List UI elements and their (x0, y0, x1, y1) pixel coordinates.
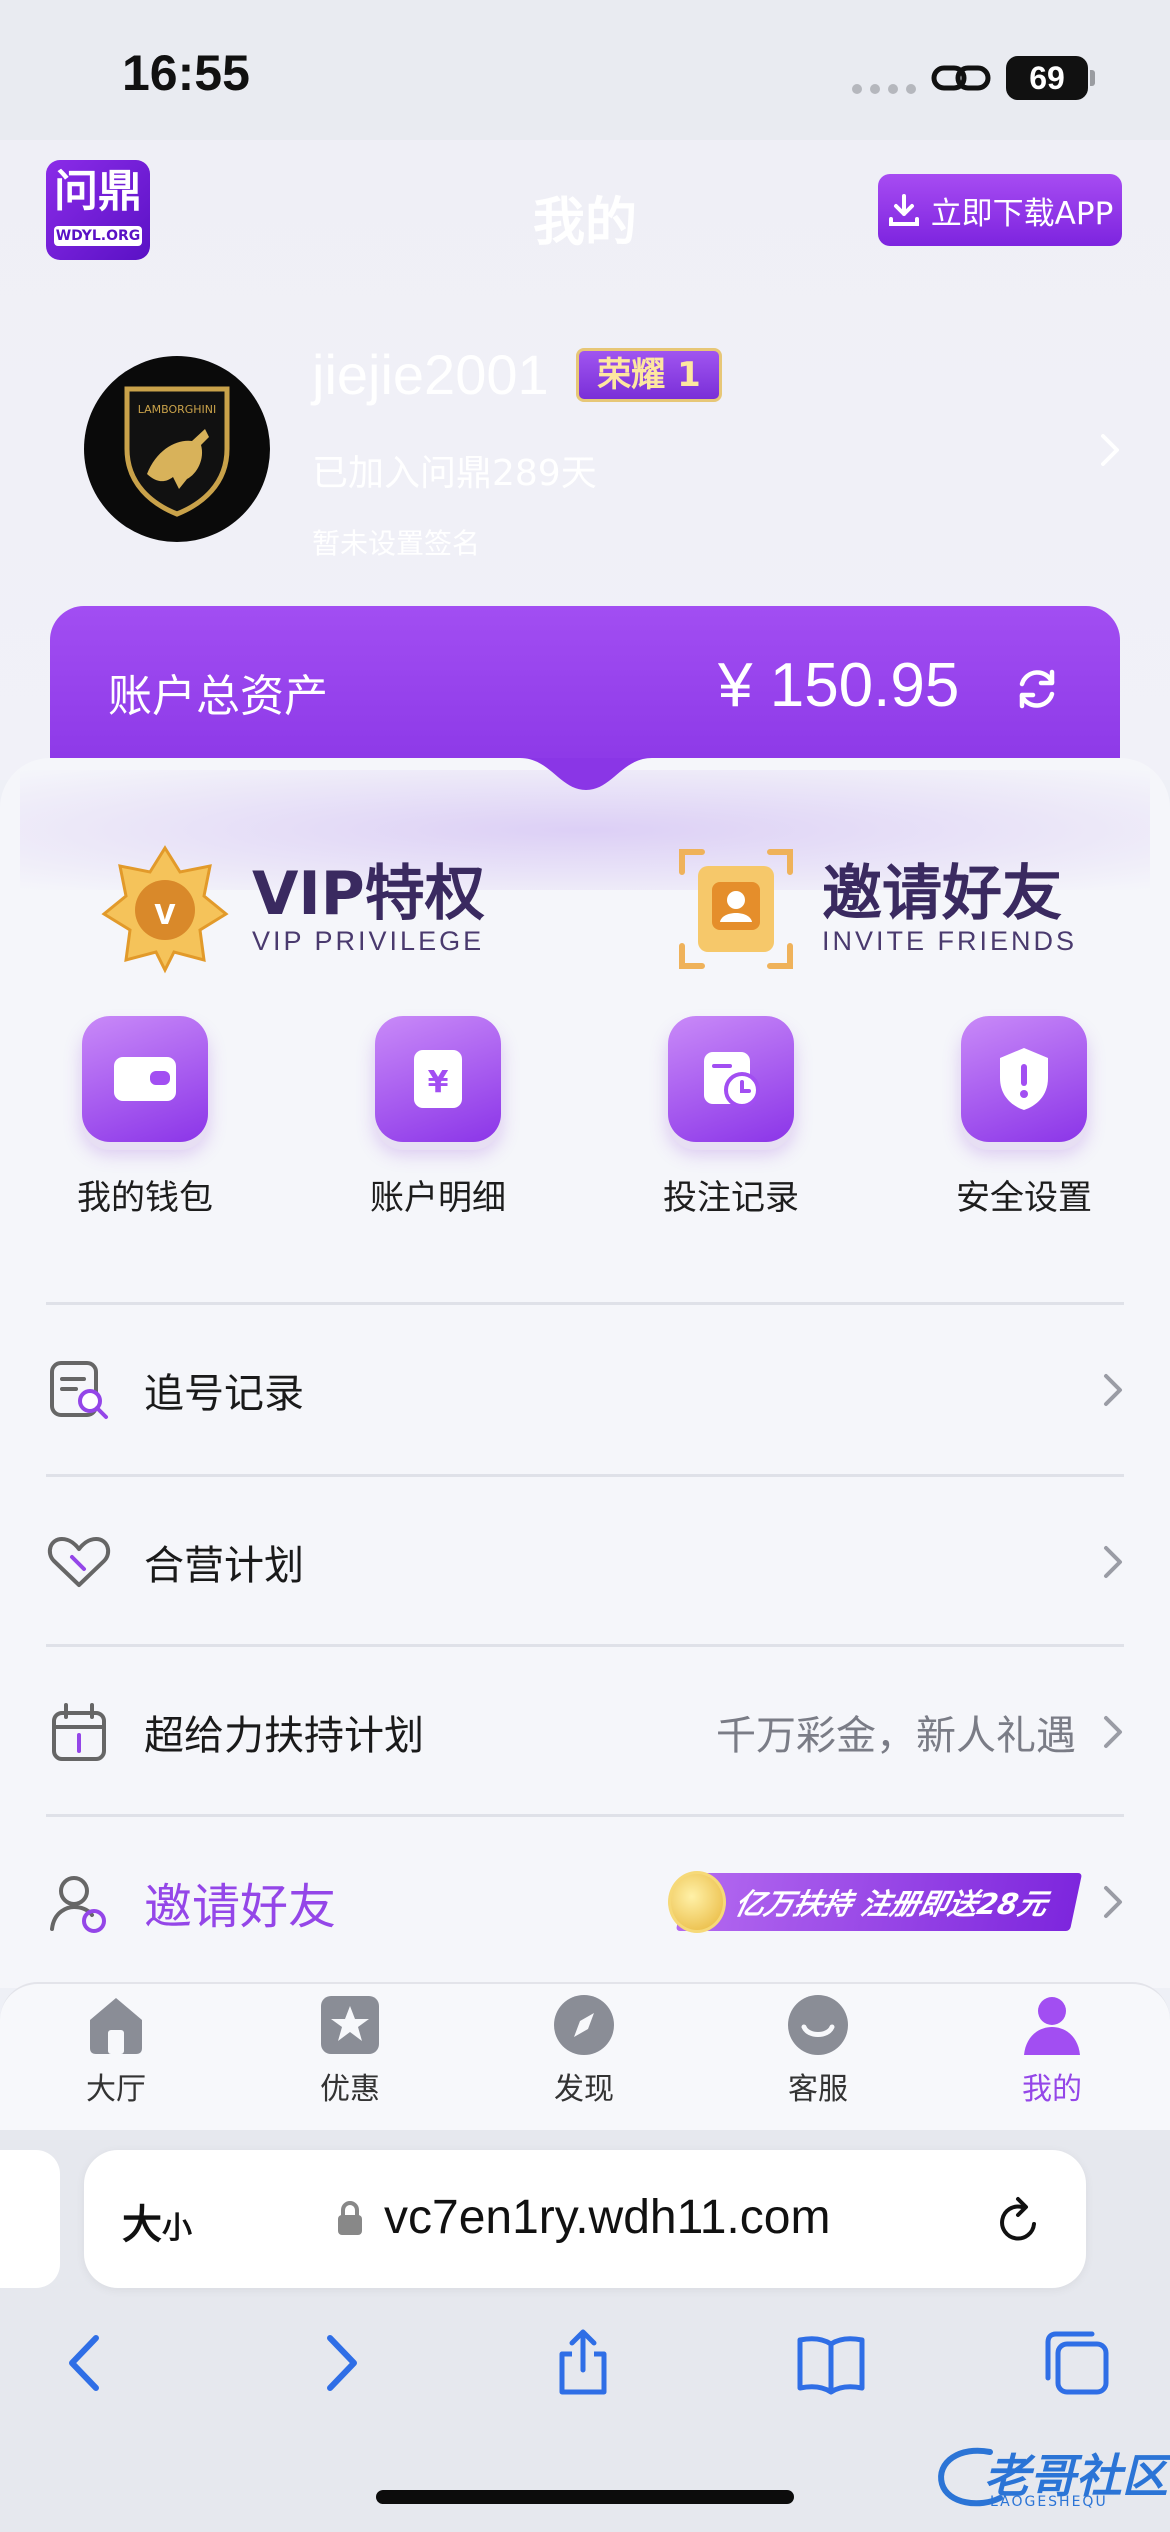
vip-badge-icon: v (101, 845, 229, 974)
promo-text: 亿万扶持 注册即送28元 (731, 1887, 1051, 1921)
invite-card-icon (679, 849, 793, 969)
vip-privilege-card[interactable]: v VIP特权 VIP PRIVILEGE (100, 844, 485, 974)
home-icon (83, 1992, 149, 2058)
lock-icon (338, 2201, 362, 2235)
invite-friends-card[interactable]: 邀请好友 INVITE FRIENDS (676, 846, 1077, 972)
star-icon (317, 1992, 383, 2058)
quick-action-account-details[interactable]: ¥ 账户明细 (343, 1016, 533, 1219)
watermark-subtext: LAOGESHEQU (990, 2494, 1108, 2510)
chevron-right-icon (1104, 1374, 1122, 1406)
quick-action-wallet[interactable]: 我的钱包 (50, 1016, 240, 1219)
vip-subtitle: VIP PRIVILEGE (252, 925, 485, 956)
rank-badge: 荣耀 1 (576, 348, 722, 402)
assets-value: ¥ 150.95 (718, 651, 960, 720)
back-button[interactable] (52, 2328, 122, 2398)
divider (46, 1302, 1124, 1305)
wallet-icon (82, 1016, 208, 1142)
share-button[interactable] (548, 2328, 618, 2398)
vip-title: VIP特权 (252, 858, 485, 929)
chevron-right-icon (1104, 1716, 1122, 1748)
chevron-right-icon (1104, 1546, 1122, 1578)
bookmarks-button[interactable] (796, 2328, 866, 2398)
signature[interactable]: 暂未设置签名 (312, 522, 480, 562)
forward-button[interactable] (304, 2328, 374, 2398)
tab-promotions[interactable]: 优惠 (270, 1992, 430, 2108)
menu-label: 邀请好友 (144, 1879, 337, 1935)
handshake-heart-icon (47, 1537, 111, 1587)
reload-icon[interactable] (994, 2194, 1044, 2248)
divider (46, 1474, 1124, 1477)
link-icon (931, 65, 991, 91)
invite-title: 邀请好友 (822, 858, 1062, 929)
divider (46, 1644, 1124, 1647)
coin-icon (668, 1871, 726, 1933)
tab-label: 发现 (554, 2072, 614, 2107)
tab-label: 大厅 (86, 2072, 146, 2107)
quick-action-label: 账户明细 (370, 1178, 506, 1218)
avatar[interactable]: LAMBORGHINI (84, 356, 270, 542)
join-days: 已加入问鼎289天 (312, 453, 597, 494)
promo-banner[interactable]: 亿万扶持 注册即送28元 (668, 1871, 1083, 1933)
tab-discover[interactable]: 发现 (504, 1992, 664, 2108)
tab-label: 客服 (788, 2072, 848, 2107)
user-icon (1019, 1992, 1085, 2058)
signal-icon (852, 84, 916, 94)
tab-customer-service[interactable]: 客服 (738, 1992, 898, 2108)
menu-invite-friends[interactable]: 邀请好友 亿万扶持 注册即送28元 (46, 1818, 1124, 1986)
text-size-small: 小 (162, 2211, 192, 2246)
username: jiejie2001 (312, 343, 549, 406)
tab-mine[interactable]: 我的 (972, 1992, 1132, 2108)
menu-chase-records[interactable]: 追号记录 (46, 1306, 1124, 1474)
previous-tab-card[interactable] (0, 2150, 60, 2288)
quick-action-label: 安全设置 (956, 1178, 1092, 1218)
battery-level: 69 (1006, 56, 1088, 100)
menu-support-plan[interactable]: 超给力扶持计划 千万彩金，新人礼遇 (46, 1648, 1124, 1816)
ledger-icon: ¥ (375, 1016, 501, 1142)
menu-label: 合营计划 (144, 1543, 304, 1589)
bet-record-icon (668, 1016, 794, 1142)
quick-action-security[interactable]: 安全设置 (929, 1016, 1119, 1219)
quick-action-label: 投注记录 (663, 1178, 799, 1218)
user-add-icon (50, 1876, 106, 1933)
quick-action-bet-records[interactable]: 投注记录 (636, 1016, 826, 1219)
shield-icon (961, 1016, 1087, 1142)
search-record-icon (50, 1361, 108, 1419)
invite-subtitle: INVITE FRIENDS (822, 925, 1078, 956)
quick-action-label: 我的钱包 (77, 1178, 213, 1218)
status-time: 16:55 (122, 45, 250, 101)
menu-joint-plan[interactable]: 合营计划 (46, 1478, 1124, 1646)
text-size-big: 大 (122, 2202, 162, 2248)
tab-label: 我的 (1022, 2072, 1082, 2107)
gift-box-icon (52, 1703, 106, 1761)
assets-label: 账户总资产 (108, 671, 328, 722)
refresh-icon[interactable] (1012, 664, 1062, 714)
home-indicator (376, 2490, 794, 2504)
lamborghini-shield-icon: LAMBORGHINI (124, 386, 230, 517)
divider (46, 1814, 1124, 1817)
battery-cap (1090, 70, 1095, 86)
chevron-right-icon[interactable] (1098, 432, 1122, 468)
menu-label: 追号记录 (144, 1371, 304, 1417)
svg-text:v: v (154, 891, 175, 933)
tabs-button[interactable] (1042, 2328, 1112, 2398)
tab-hall[interactable]: 大厅 (36, 1992, 196, 2108)
menu-note: 千万彩金，新人礼遇 (716, 1713, 1076, 1759)
service-icon (785, 1992, 851, 2058)
tab-label: 优惠 (320, 2072, 380, 2107)
url-text[interactable]: vc7en1ry.wdh11.com (384, 2190, 830, 2245)
download-icon (888, 194, 919, 226)
avatar-text: LAMBORGHINI (138, 403, 217, 416)
compass-icon (551, 1992, 617, 2058)
text-size-button[interactable]: 大小 (122, 2192, 192, 2250)
download-label: 立即下载APP (930, 195, 1114, 232)
chevron-right-icon (1104, 1886, 1122, 1918)
download-app-button[interactable]: 立即下载APP (878, 174, 1122, 246)
menu-label: 超给力扶持计划 (144, 1713, 424, 1759)
panel-notch (520, 758, 652, 790)
svg-text:¥: ¥ (428, 1065, 449, 1100)
